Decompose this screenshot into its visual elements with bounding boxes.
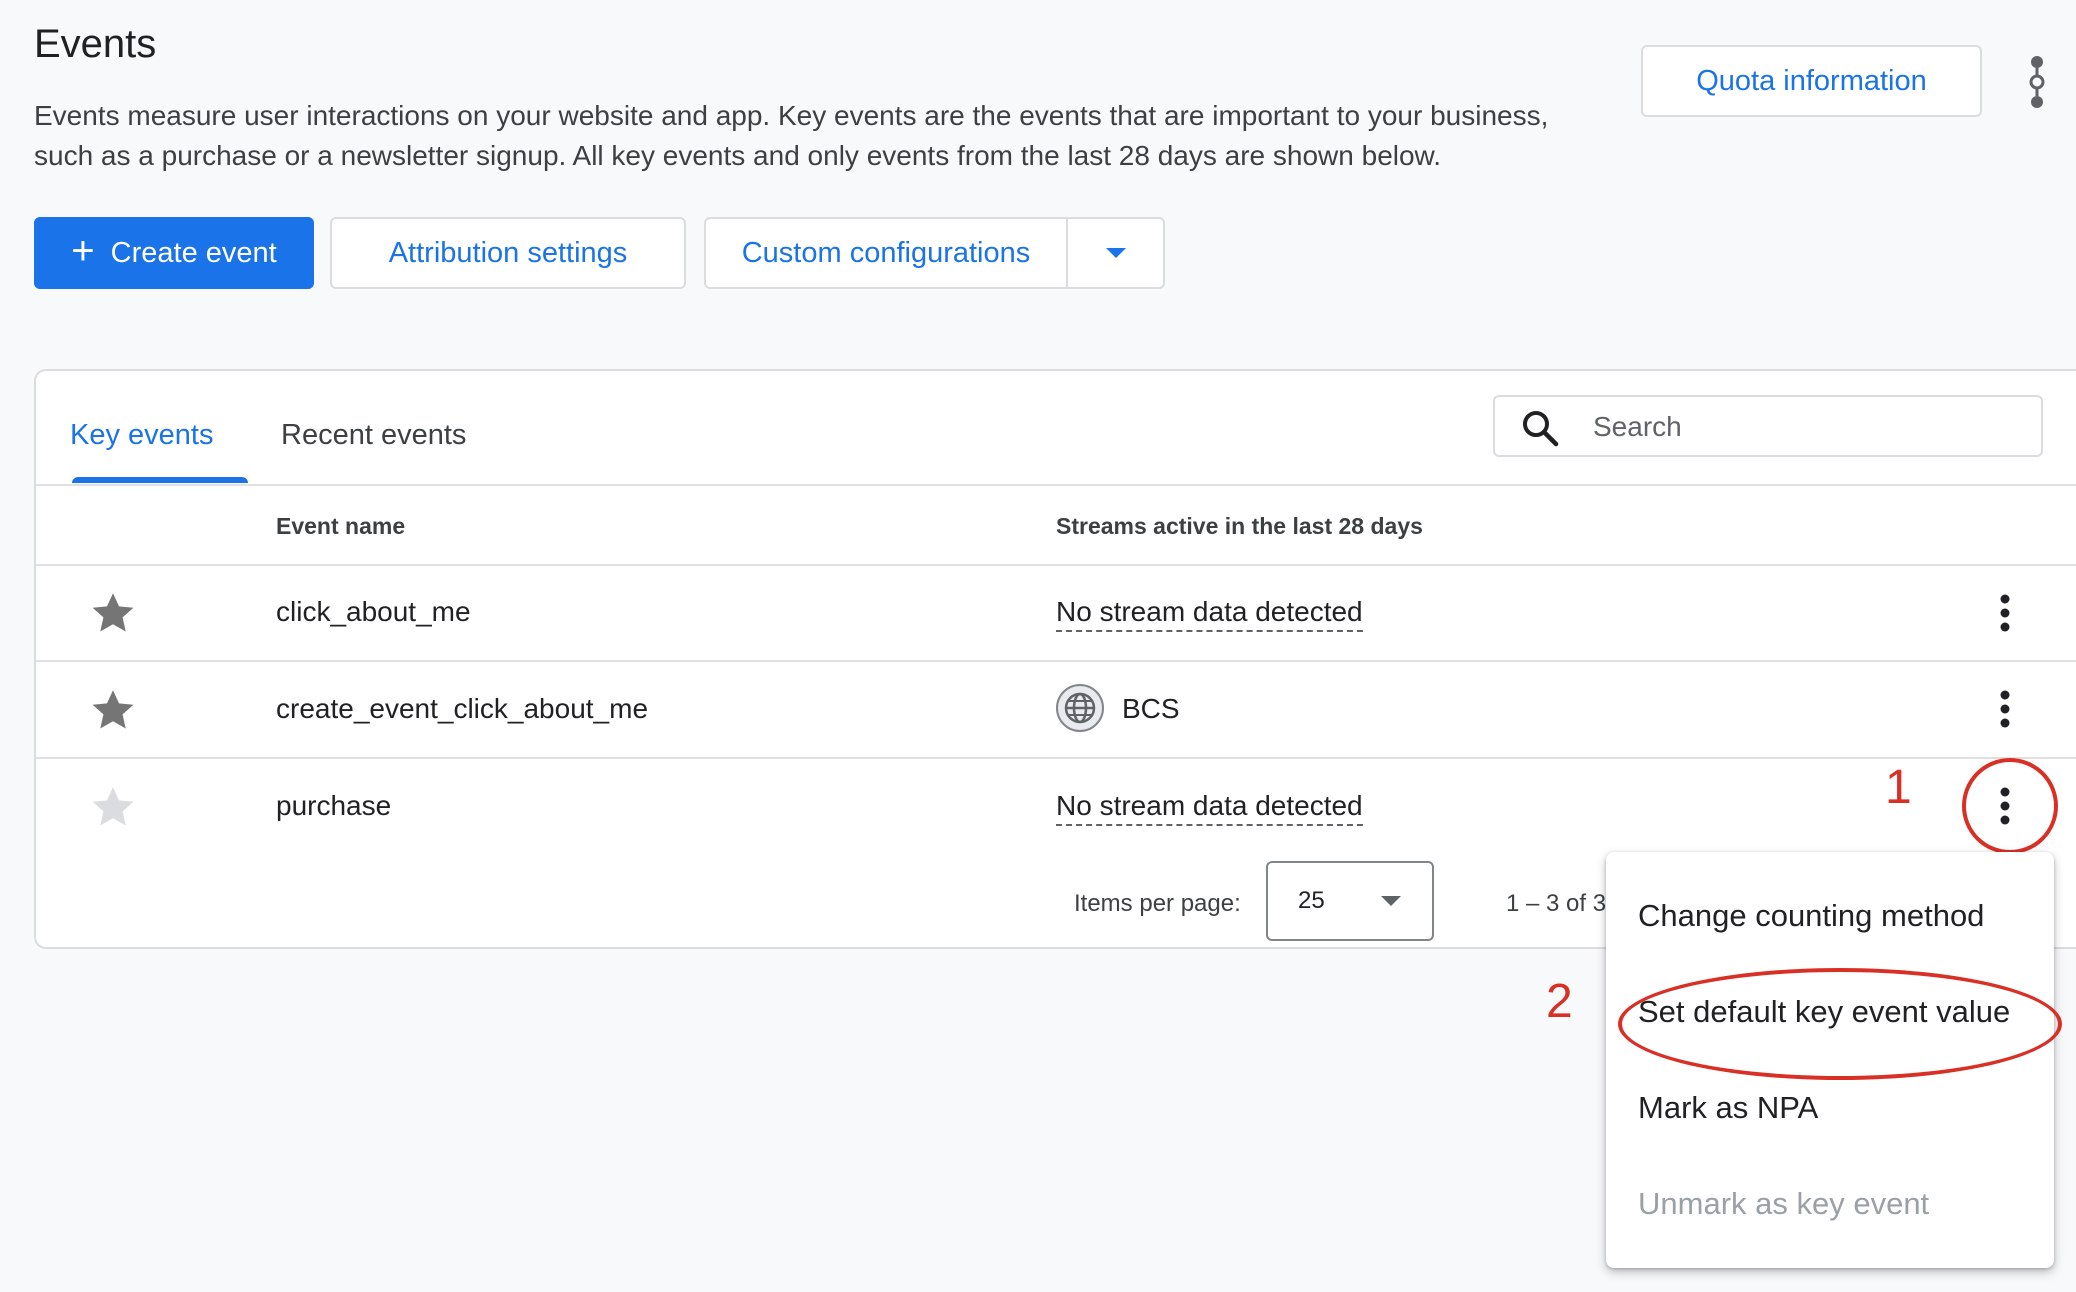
quota-information-button[interactable]: Quota information: [1641, 45, 1982, 117]
row-menu-button[interactable]: [1985, 679, 2025, 739]
event-name[interactable]: click_about_me: [276, 596, 471, 628]
stream-name: BCS: [1122, 693, 1180, 724]
more-vert-icon: [2000, 594, 2010, 632]
more-vert-icon: [2000, 787, 2010, 825]
custom-configurations-split-button: Custom configurations: [704, 217, 1165, 289]
plus-icon: +: [71, 229, 95, 273]
page-description: Events measure user interactions on your…: [34, 100, 1549, 171]
custom-configurations-dropdown[interactable]: [1068, 219, 1163, 287]
search-input[interactable]: [1591, 405, 2015, 449]
items-per-page-label: Items per page:: [1074, 890, 1241, 917]
row-menu-button-active[interactable]: [1985, 776, 2025, 836]
menu-item-set-default-key-event-value[interactable]: Set default key event value: [1638, 994, 2010, 1030]
stream-status[interactable]: No stream data detected: [1056, 790, 1363, 826]
stream-status[interactable]: No stream data detected: [1056, 596, 1363, 632]
chevron-down-icon: [1381, 896, 1401, 906]
event-name[interactable]: create_event_click_about_me: [276, 693, 648, 725]
star-icon[interactable]: [88, 685, 138, 735]
row-context-menu: Change counting method Set default key e…: [1606, 852, 2054, 1268]
more-vert-icon: [2000, 690, 2010, 728]
menu-item-mark-as-npa[interactable]: Mark as NPA: [1638, 1090, 1818, 1126]
search-icon: [1523, 411, 1559, 447]
star-outline-icon[interactable]: [88, 782, 138, 832]
column-header-streams: Streams active in the last 28 days: [1056, 513, 1423, 539]
event-name[interactable]: purchase: [276, 790, 391, 822]
annotation-number-2: 2: [1546, 975, 1573, 1028]
items-per-page-select[interactable]: 25: [1266, 861, 1434, 941]
active-tab-indicator: [72, 477, 248, 483]
chevron-down-icon: [1105, 248, 1126, 258]
menu-item-change-counting-method[interactable]: Change counting method: [1638, 898, 1984, 934]
row-divider: [36, 660, 2076, 662]
create-event-button[interactable]: + Create event: [34, 217, 314, 289]
column-header-event-name: Event name: [276, 513, 406, 539]
row-menu-button[interactable]: [1985, 583, 2025, 643]
annotation-number-1: 1: [1885, 761, 1912, 814]
custom-configurations-button[interactable]: Custom configurations: [706, 219, 1068, 287]
items-per-page-value: 25: [1298, 887, 1325, 914]
row-divider: [36, 757, 2076, 759]
search-box: [1493, 395, 2043, 457]
attribution-settings-button[interactable]: Attribution settings: [330, 217, 686, 289]
tab-key-events[interactable]: Key events: [70, 419, 213, 452]
tabs-divider: [36, 484, 2076, 486]
star-icon[interactable]: [88, 588, 138, 638]
header-divider: [36, 564, 2076, 566]
create-event-label: Create event: [110, 236, 277, 269]
menu-item-unmark-as-key-event: Unmark as key event: [1638, 1186, 1930, 1221]
pagination-range: 1 – 3 of 3: [1506, 890, 1607, 917]
page-settings-icon[interactable]: [2012, 52, 2062, 112]
tab-recent-events[interactable]: Recent events: [281, 419, 466, 452]
page-title: Events: [34, 22, 157, 66]
web-stream-globe-icon: [1056, 684, 1104, 732]
